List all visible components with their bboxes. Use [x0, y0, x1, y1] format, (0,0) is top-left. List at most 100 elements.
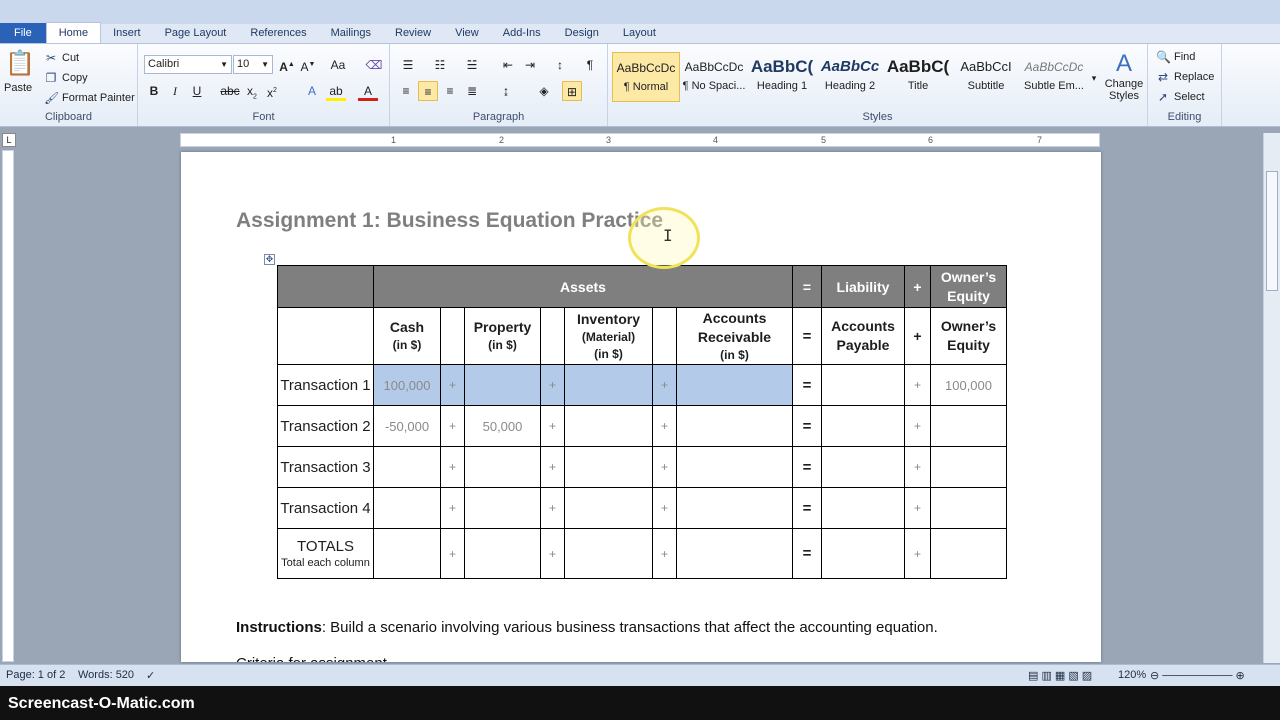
tab-insert[interactable]: Insert — [101, 23, 153, 43]
header-assets[interactable]: Assets — [373, 265, 793, 308]
subheader-property[interactable]: Property (in $) — [464, 307, 541, 365]
plus-cell[interactable]: + — [440, 364, 465, 406]
style-title[interactable]: AaBbC(Title — [884, 52, 952, 102]
plus-cell[interactable]: + — [904, 405, 931, 447]
style-subtitle[interactable]: AaBbCcI Subtitle — [952, 52, 1020, 102]
zoom-level[interactable]: 120% — [1118, 669, 1146, 681]
equity-cell[interactable] — [930, 446, 1007, 488]
bullets-icon[interactable]: ☰ — [398, 55, 418, 75]
inventory-cell[interactable] — [564, 446, 653, 488]
subheader-spacer[interactable] — [440, 307, 465, 365]
page-count[interactable]: Page: 1 of 2 — [6, 669, 65, 681]
borders-icon[interactable]: ⊞ — [562, 81, 582, 101]
view-buttons[interactable]: ▤ ▥ ▦ ▧ ▨ — [1028, 669, 1092, 682]
tab-add-ins[interactable]: Add-Ins — [491, 23, 553, 43]
zoom-slider[interactable]: ⊖ ───────── ⊕ — [1150, 669, 1245, 682]
header-liability[interactable]: Liability — [821, 265, 905, 308]
align-center-icon[interactable]: ≡ — [418, 81, 438, 101]
vertical-ruler[interactable] — [2, 150, 14, 662]
header-plus[interactable]: + — [904, 265, 931, 308]
property-total-cell[interactable] — [464, 528, 541, 579]
style-subtle-emphasis[interactable]: AaBbCcDc Subtle Em... — [1020, 52, 1088, 102]
font-color-button[interactable]: A — [358, 81, 378, 101]
ar-cell[interactable] — [676, 487, 793, 529]
decrease-indent-icon[interactable]: ⇤ — [498, 55, 518, 75]
plus-cell[interactable]: + — [440, 405, 465, 447]
tab-page-layout[interactable]: Page Layout — [153, 23, 239, 43]
cash-total-cell[interactable] — [373, 528, 441, 579]
equity-cell[interactable] — [930, 405, 1007, 447]
tab-home[interactable]: Home — [45, 22, 102, 43]
header-blank[interactable] — [277, 265, 374, 308]
italic-button[interactable]: I — [165, 81, 185, 101]
subheader-plus[interactable]: + — [904, 307, 931, 365]
subheader-accounts-receivable[interactable]: Accounts Receivable (in $) — [676, 307, 793, 365]
equals-cell[interactable]: = — [792, 446, 822, 488]
styles-scroll-icon[interactable]: ▾ — [1088, 68, 1100, 88]
property-cell[interactable] — [464, 487, 541, 529]
plus-cell[interactable]: + — [904, 528, 931, 579]
increase-indent-icon[interactable]: ⇥ — [520, 55, 540, 75]
align-right-icon[interactable]: ≡ — [440, 81, 460, 101]
superscript-button[interactable]: x2 — [262, 81, 282, 101]
ap-cell[interactable] — [821, 364, 905, 406]
row-label[interactable]: Transaction 2 — [277, 405, 374, 447]
ap-cell[interactable] — [821, 446, 905, 488]
style-normal[interactable]: AaBbCcDc ¶ Normal — [612, 52, 680, 102]
cash-cell[interactable]: 100,000 — [373, 364, 441, 406]
find-button[interactable]: 🔍 Find — [1156, 50, 1195, 64]
shading-icon[interactable]: ◈ — [534, 81, 554, 101]
row-label[interactable]: Transaction 3 — [277, 446, 374, 488]
shrink-font-button[interactable]: A▼ — [298, 55, 318, 75]
plus-cell[interactable]: + — [904, 446, 931, 488]
ruler-tab-selector[interactable]: L — [2, 133, 16, 147]
subheader-inventory[interactable]: Inventory (Material) (in $) — [564, 307, 653, 365]
underline-button[interactable]: U — [187, 81, 207, 101]
replace-button[interactable]: ⇄ Replace — [1156, 70, 1214, 84]
equals-cell[interactable]: = — [792, 364, 822, 406]
subheader-cash[interactable]: Cash (in $) — [373, 307, 441, 365]
plus-cell[interactable]: + — [904, 364, 931, 406]
ap-cell[interactable] — [821, 487, 905, 529]
equals-cell[interactable]: = — [792, 528, 822, 579]
ar-total-cell[interactable] — [676, 528, 793, 579]
subheader-spacer[interactable] — [540, 307, 565, 365]
format-painter-button[interactable]: 🖌 Format Painter — [44, 91, 135, 105]
ap-total-cell[interactable] — [821, 528, 905, 579]
numbering-icon[interactable]: ☷ — [430, 55, 450, 75]
vertical-scrollbar[interactable] — [1263, 133, 1280, 663]
multilevel-list-icon[interactable]: ☱ — [462, 55, 482, 75]
font-size-select[interactable]: 10 ▼ — [233, 55, 273, 74]
property-cell[interactable]: 50,000 — [464, 405, 541, 447]
equity-cell[interactable] — [930, 487, 1007, 529]
row-label[interactable]: Transaction 1 — [277, 364, 374, 406]
change-styles-button[interactable]: A Change Styles — [1102, 50, 1146, 102]
row-label[interactable]: Transaction 4 — [277, 487, 374, 529]
line-spacing-icon[interactable]: ↨ — [496, 81, 516, 101]
property-cell[interactable] — [464, 364, 541, 406]
tab-review[interactable]: Review — [383, 23, 443, 43]
plus-cell[interactable]: + — [440, 487, 465, 529]
cash-cell[interactable] — [373, 446, 441, 488]
header-owners-equity[interactable]: Owner’s Equity — [930, 265, 1007, 308]
plus-cell[interactable]: + — [440, 528, 465, 579]
cash-cell[interactable] — [373, 487, 441, 529]
style-heading-1[interactable]: AaBbC(Heading 1 — [748, 52, 816, 102]
tab-view[interactable]: View — [443, 23, 491, 43]
horizontal-ruler[interactable]: 1 2 3 4 5 6 7 — [180, 133, 1100, 147]
subheader-equals[interactable]: = — [792, 307, 822, 365]
ar-cell[interactable] — [676, 405, 793, 447]
ar-cell[interactable] — [676, 364, 793, 406]
copy-button[interactable]: ❐ Copy — [44, 71, 88, 85]
word-count[interactable]: Words: 520 — [78, 669, 134, 681]
plus-cell[interactable]: + — [440, 446, 465, 488]
font-name-select[interactable]: Calibri ▼ — [144, 55, 232, 74]
equals-cell[interactable]: = — [792, 405, 822, 447]
bold-button[interactable]: B — [144, 81, 164, 101]
grow-font-button[interactable]: A▲ — [277, 55, 297, 75]
justify-icon[interactable]: ≣ — [462, 81, 482, 101]
plus-cell[interactable]: + — [540, 528, 565, 579]
plus-cell[interactable]: + — [904, 487, 931, 529]
scrollbar-thumb[interactable] — [1266, 171, 1278, 291]
plus-cell[interactable]: + — [540, 364, 565, 406]
